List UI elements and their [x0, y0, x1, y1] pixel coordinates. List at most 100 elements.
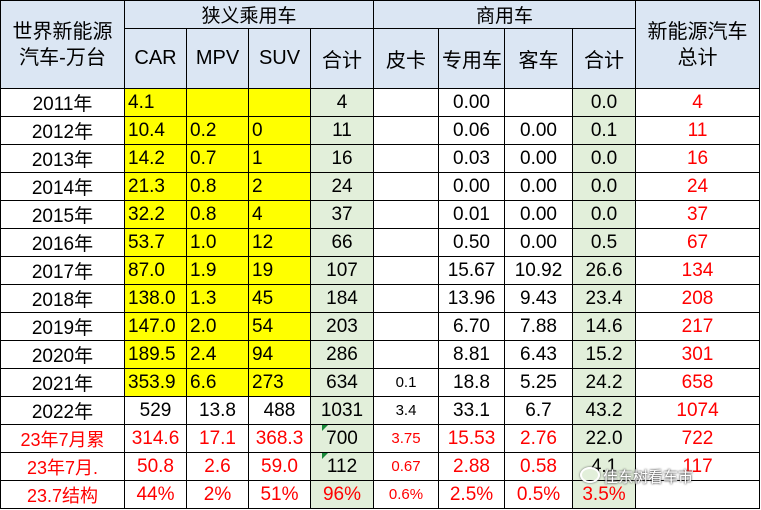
table-row: 2018年 138.0 1.3 45 184 13.96 9.43 23.4 208 — [0, 284, 761, 313]
cell-car: 138.0 — [124, 284, 187, 313]
cell-car: 4.1 — [124, 88, 187, 117]
cell-year: 2016年 — [0, 228, 125, 257]
cell-car: 529 — [124, 396, 187, 425]
cell-grand-total: 208 — [635, 284, 761, 313]
cell-bus: 10.92 — [504, 256, 574, 285]
cell-mpv: 0.7 — [186, 144, 249, 173]
cell-commercial-total: 26.6 — [572, 256, 637, 285]
cell-year: 2015年 — [0, 200, 125, 229]
cell-commercial-total: 0.5 — [572, 228, 637, 257]
table-row: 2021年 353.9 6.6 273 634 0.1 18.8 5.25 24.2 658 — [0, 368, 761, 397]
cell-pickup: 0.6% — [373, 480, 440, 509]
cell-passenger-total: 286 — [309, 340, 375, 369]
cell-pickup — [373, 116, 440, 145]
cell-passenger-total: 96% — [309, 480, 375, 509]
cell-commercial-total: 0.1 — [572, 116, 637, 145]
cell-grand-total: 67 — [635, 228, 761, 257]
col-header-pickup: 皮卡 — [373, 28, 440, 89]
cell-suv: 0 — [248, 116, 311, 145]
cell-mpv: 13.8 — [186, 396, 249, 425]
cell-row-label: 23年7月. — [0, 452, 125, 481]
cell-commercial-total: 0.0 — [572, 200, 637, 229]
cell-mpv: 17.1 — [186, 424, 249, 453]
cell-suv: 273 — [248, 368, 311, 397]
cell-mpv: 1.0 — [186, 228, 249, 257]
col-header-suv: SUV — [248, 28, 311, 89]
cell-pickup — [373, 340, 440, 369]
cell-passenger-total: 11 — [309, 116, 375, 145]
cell-pickup — [373, 312, 440, 341]
cell-year: 2017年 — [0, 256, 125, 285]
cell-special: 33.1 — [438, 396, 506, 425]
watermark: 佳东树看车市 — [580, 466, 693, 487]
table-row: 2012年 10.4 0.2 0 11 0.06 0.00 0.1 11 — [0, 116, 761, 145]
watermark-text: 佳东树看车市 — [603, 468, 694, 486]
cell-commercial-total: 15.2 — [572, 340, 637, 369]
cell-mpv: 0.2 — [186, 116, 249, 145]
cell-suv: 94 — [248, 340, 311, 369]
cell-passenger-total: 203 — [309, 312, 375, 341]
cell-pickup — [373, 172, 440, 201]
col-header-special: 专用车 — [438, 28, 506, 89]
cell-row-label: 23.7结构 — [0, 480, 125, 509]
cell-passenger-total: 184 — [309, 284, 375, 313]
cell-mpv — [186, 88, 249, 117]
cell-special: 0.06 — [438, 116, 506, 145]
cell-car: 87.0 — [124, 256, 187, 285]
cell-special: 2.5% — [438, 480, 506, 509]
cell-suv: 368.3 — [248, 424, 311, 453]
cell-suv: 19 — [248, 256, 311, 285]
cell-bus: 7.88 — [504, 312, 574, 341]
cell-bus: 6.7 — [504, 396, 574, 425]
cell-pickup — [373, 144, 440, 173]
cell-suv: 59.0 — [248, 452, 311, 481]
cell-row-label: 23年7月累 — [0, 424, 125, 453]
cell-car: 147.0 — [124, 312, 187, 341]
cell-commercial-total: 0.0 — [572, 172, 637, 201]
cell-special: 0.03 — [438, 144, 506, 173]
cell-passenger-total: 1031 — [309, 396, 375, 425]
cell-suv: 2 — [248, 172, 311, 201]
cell-suv: 4 — [248, 200, 311, 229]
cell-bus: 0.00 — [504, 144, 574, 173]
cell-grand-total: 658 — [635, 368, 761, 397]
cell-pickup — [373, 284, 440, 313]
cell-year: 2013年 — [0, 144, 125, 173]
cell-mpv: 0.8 — [186, 172, 249, 201]
cell-commercial-total: 0.0 — [572, 88, 637, 117]
table-row: 2022年 529 13.8 488 1031 3.4 33.1 6.7 43.2 1074 — [0, 396, 761, 425]
table-row: 2015年 32.2 0.8 4 37 0.01 0.00 0.0 37 — [0, 200, 761, 229]
cell-special: 0.00 — [438, 88, 506, 117]
cell-special: 13.96 — [438, 284, 506, 313]
cell-mpv: 1.9 — [186, 256, 249, 285]
cell-passenger-total: 4 — [309, 88, 375, 117]
header-group-row: 世界新能源汽车-万台 狭义乘用车 商用车 新能源汽车总计 — [0, 0, 761, 89]
cell-car: 32.2 — [124, 200, 187, 229]
cell-special: 15.67 — [438, 256, 506, 285]
cell-car: 314.6 — [124, 424, 187, 453]
cell-pickup: 0.67 — [373, 452, 440, 481]
cell-car: 353.9 — [124, 368, 187, 397]
cell-year: 2018年 — [0, 284, 125, 313]
cell-pickup: 0.1 — [373, 368, 440, 397]
corner-header: 世界新能源汽车-万台 — [0, 0, 125, 89]
table-row: 2019年 147.0 2.0 54 203 6.70 7.88 14.6 217 — [0, 312, 761, 341]
cell-year: 2011年 — [0, 88, 125, 117]
cell-pickup: 3.4 — [373, 396, 440, 425]
cell-commercial-total: 43.2 — [572, 396, 637, 425]
cell-grand-total: 722 — [635, 424, 761, 453]
cell-grand-total: 301 — [635, 340, 761, 369]
cell-commercial-total: 22.0 — [572, 424, 637, 453]
cell-grand-total: 37 — [635, 200, 761, 229]
cell-suv: 1 — [248, 144, 311, 173]
header-grand-total: 新能源汽车总计 — [635, 0, 761, 89]
cell-mpv: 2.4 — [186, 340, 249, 369]
cell-passenger-total: 24 — [309, 172, 375, 201]
cell-special: 2.88 — [438, 452, 506, 481]
cell-year: 2019年 — [0, 312, 125, 341]
table-row: 2011年 4.1 4 0.00 0.0 4 — [0, 88, 761, 117]
cell-mpv: 1.3 — [186, 284, 249, 313]
cell-grand-total: 11 — [635, 116, 761, 145]
cell-mpv: 2% — [186, 480, 249, 509]
cell-mpv: 6.6 — [186, 368, 249, 397]
